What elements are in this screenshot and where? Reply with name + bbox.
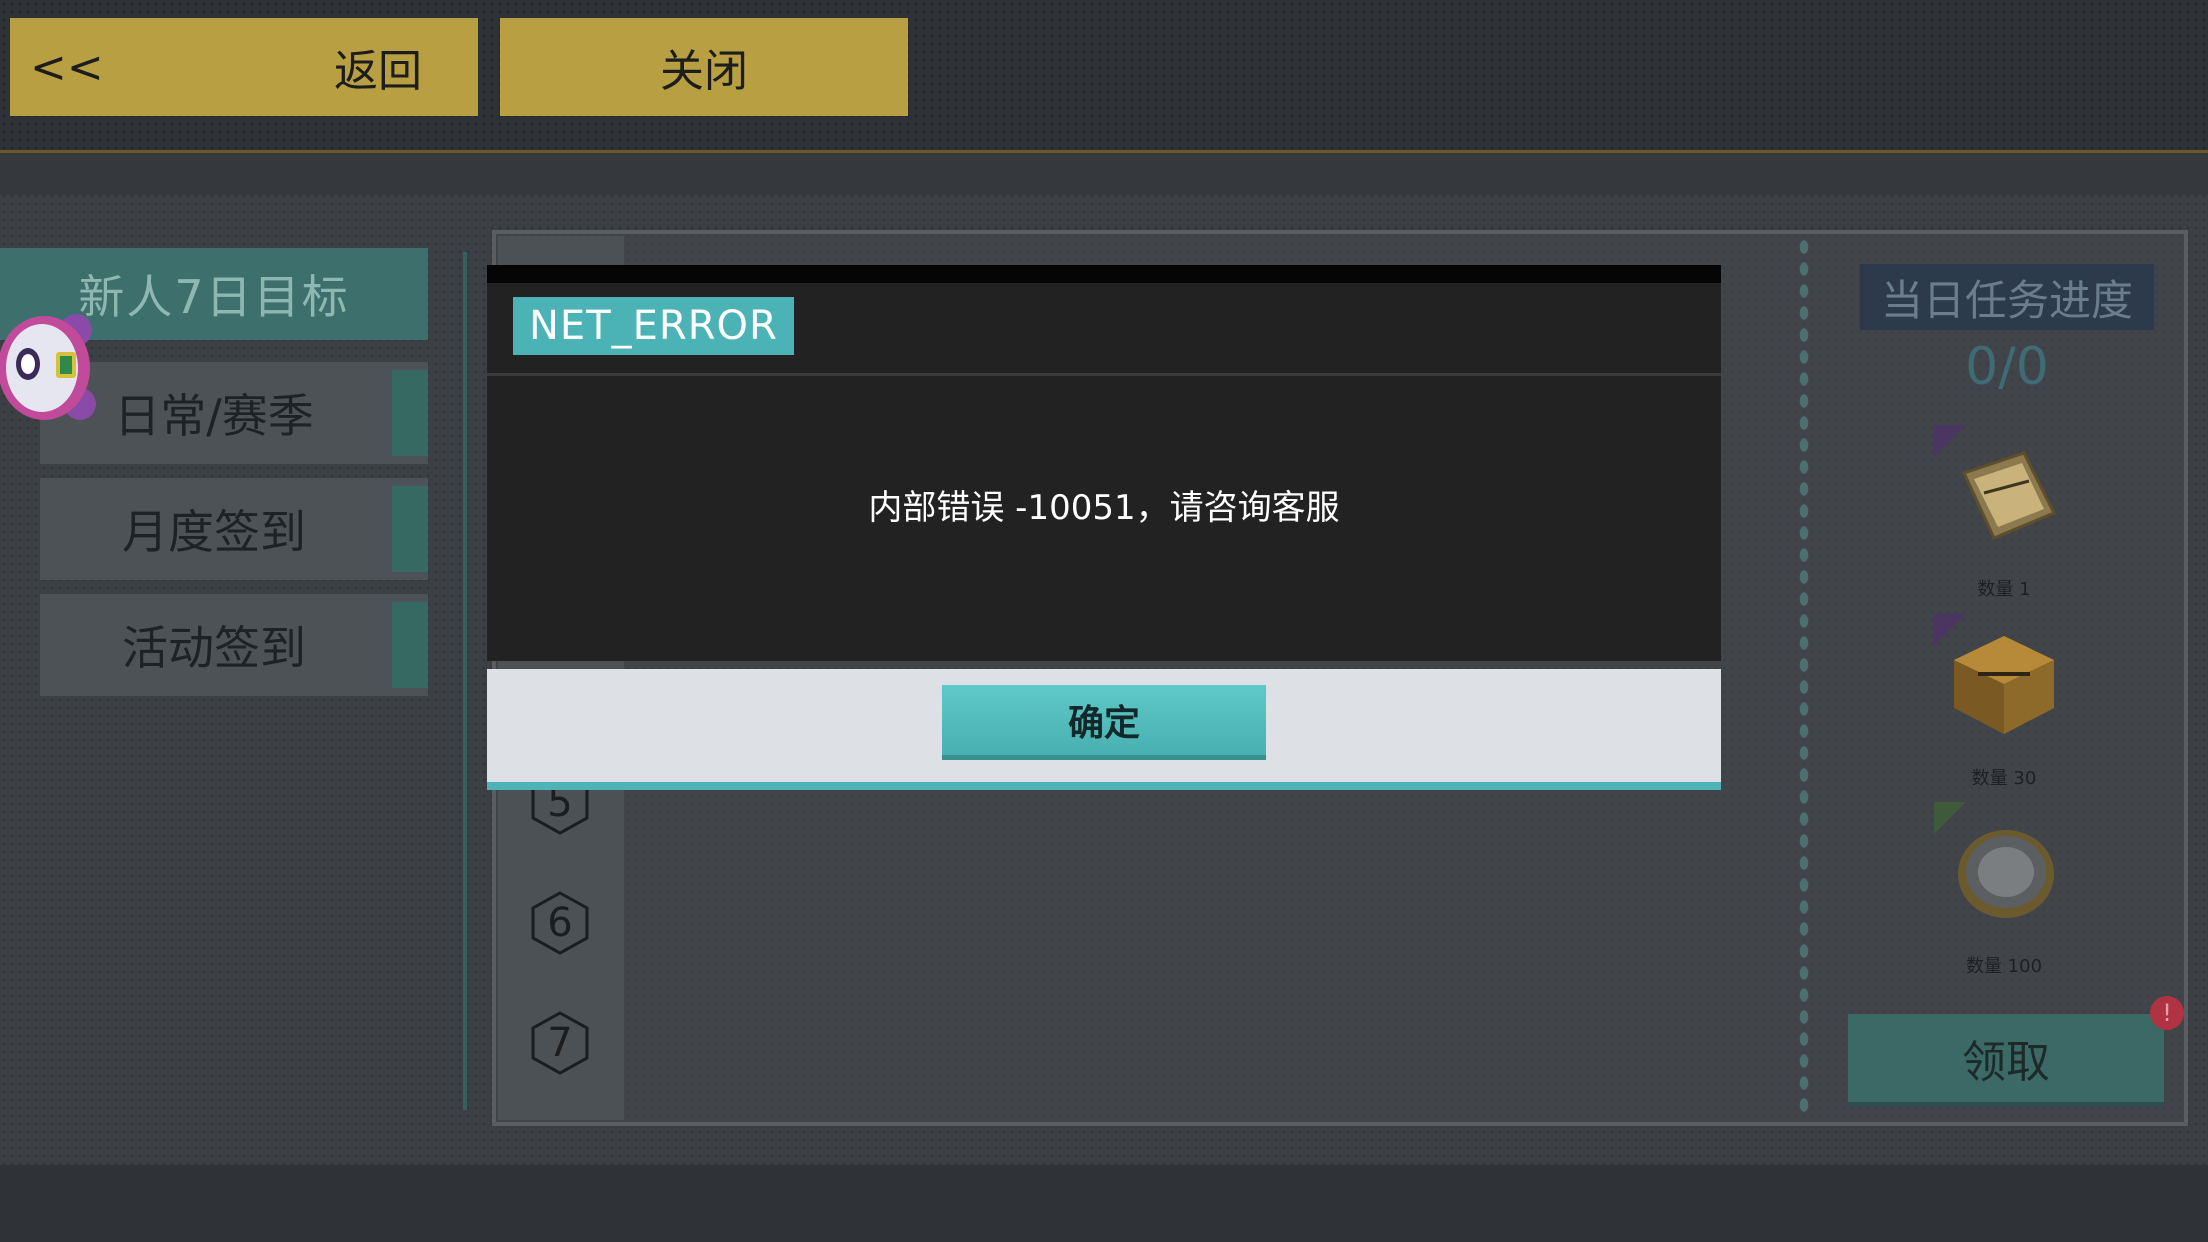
reward-qty: 数量 30 (1971, 768, 2037, 789)
gold-crate-icon (1954, 636, 2054, 734)
tab-monthly-signin[interactable]: 月度签到 (40, 478, 428, 580)
confirm-label: 确定 (1067, 703, 1140, 744)
reward-qty: 数量 1 (1977, 579, 2031, 600)
notification-badge: ! (2150, 996, 2184, 1030)
confirm-button[interactable]: 确定 (942, 685, 1266, 755)
ticket-icon (1961, 451, 2057, 540)
tab-event-signin[interactable]: 活动签到 (40, 594, 428, 696)
bottom-band (0, 1165, 2208, 1242)
dialog-bottom-line (487, 782, 1721, 790)
sidebar-divider (463, 252, 467, 1110)
tab-event-signin-label: 活动签到 (122, 621, 306, 675)
back-arrow-icon: << (30, 41, 104, 93)
dialog-separator (487, 373, 1721, 376)
reward-item[interactable]: 数量 30 (1934, 614, 2074, 789)
close-label: 关闭 (660, 46, 748, 97)
close-button[interactable]: 关闭 (500, 18, 908, 116)
header-band (0, 153, 2208, 195)
daily-progress-title: 当日任务进度 (1860, 264, 2154, 330)
claim-label: 领取 (1962, 1037, 2050, 1088)
reward-qty: 数量 100 (1965, 956, 2043, 977)
claim-button[interactable]: 领取 (1848, 1014, 2164, 1102)
tab-marker (392, 486, 428, 572)
dotted-separator (1797, 236, 1811, 1120)
coin-icon (1958, 830, 2054, 918)
back-label: 返回 (334, 46, 422, 97)
tab-newbie-7day-label: 新人7日目标 (78, 270, 350, 324)
back-button[interactable]: << 返回 (10, 18, 478, 116)
daily-progress-value: 0/0 (1965, 337, 2049, 397)
reward-item[interactable]: 数量 1 (1934, 425, 2074, 600)
mascot-avatar-icon[interactable] (0, 308, 96, 424)
tab-marker (392, 370, 428, 456)
tab-monthly-signin-label: 月度签到 (122, 505, 306, 559)
reward-item[interactable]: 数量 100 (1934, 802, 2074, 977)
dialog-title: NET_ERROR (513, 297, 794, 355)
dialog-top-bar (487, 265, 1721, 283)
day-7-label: 7 (547, 1020, 572, 1066)
tab-daily-season[interactable]: 日常/赛季 (40, 362, 428, 464)
day-7-hex[interactable]: 7 (530, 1010, 590, 1076)
dialog-message: 内部错误 -10051，请咨询客服 (868, 488, 1340, 528)
tab-daily-season-label: 日常/赛季 (114, 389, 314, 443)
day-6-hex[interactable]: 6 (530, 890, 590, 956)
tab-marker (392, 602, 428, 688)
day-6-label: 6 (547, 900, 572, 946)
